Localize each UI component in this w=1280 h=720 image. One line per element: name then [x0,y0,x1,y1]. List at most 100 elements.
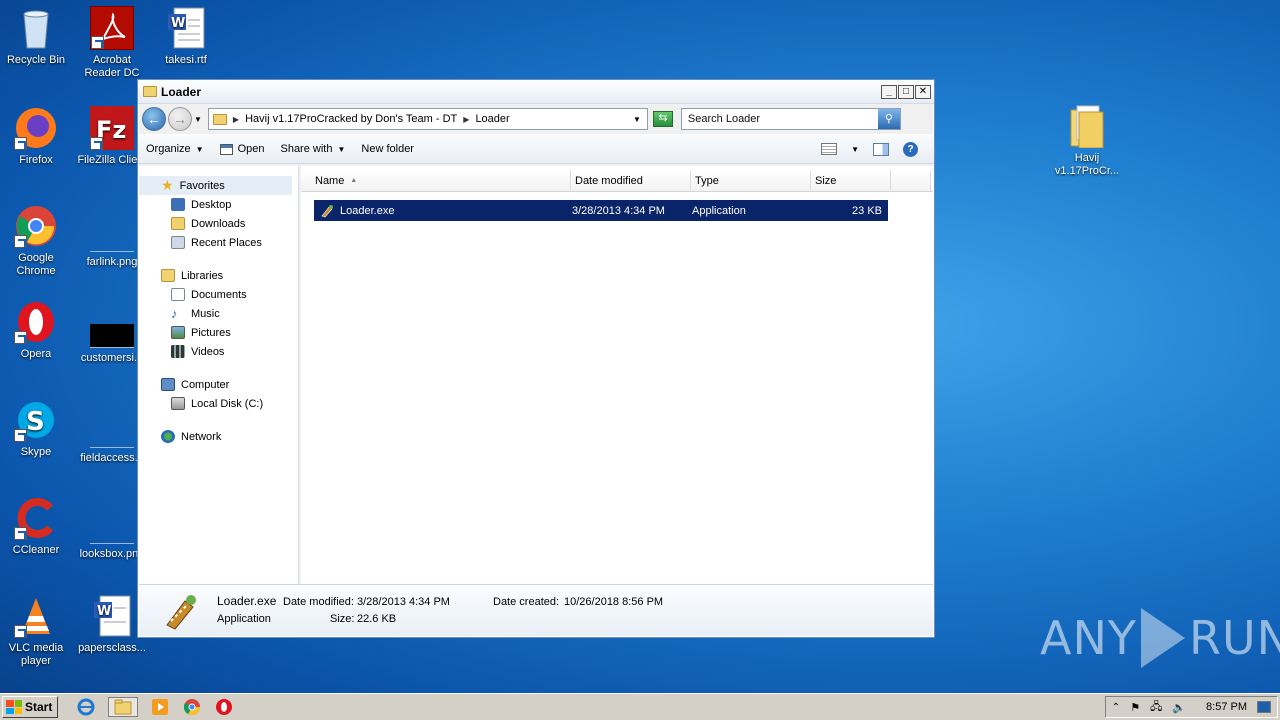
recycle-bin-icon [14,6,58,50]
organize-button[interactable]: Organize ▼ [146,143,204,155]
star-icon: ★ [161,177,174,193]
close-button[interactable]: ✕ [915,84,931,99]
internet-explorer-icon[interactable] [76,697,96,717]
desktop-icon-chrome[interactable]: Google Chrome [0,204,74,278]
nav-label: Recent Places [191,236,262,249]
desktop-icon-label: Skype [20,446,52,458]
file-row[interactable]: Loader.exe 3/28/2013 4:34 PM Application… [314,200,888,221]
file-name: Loader.exe [340,204,395,217]
address-bar[interactable]: ▶ Havij v1.17ProCracked by Don's Team - … [207,108,648,130]
play-triangle-icon [1140,608,1185,668]
desktop-icon-vlc[interactable]: VLC media player [0,594,74,668]
nav-videos[interactable]: Videos [139,342,298,361]
desktop-icon-label: VLC media player [8,642,64,667]
shortcut-arrow-icon [14,527,27,540]
new-folder-button[interactable]: New folder [361,143,414,155]
nav-favorites[interactable]: ★ Favorites [139,176,292,195]
details-date-modified-value: 3/28/2013 4:34 PM [357,596,450,608]
refresh-button[interactable]: ⇆ [652,111,673,127]
nav-pictures[interactable]: Pictures [139,323,298,342]
sort-ascending-icon: ▲ [350,177,358,184]
recent-pages-dropdown-icon[interactable]: ▼ [194,115,202,124]
volume-icon[interactable]: 🔈 [1172,701,1186,714]
search-input[interactable]: Search Loader [682,113,878,125]
desktop-icon-label: Acrobat Reader DC [84,54,140,79]
nav-label: Favorites [179,179,225,192]
breadcrumb-separator-icon[interactable]: ▶ [463,115,469,124]
nav-desktop[interactable]: Desktop [139,195,298,214]
shortcut-arrow-icon [14,331,27,344]
forward-button[interactable]: → [168,107,192,131]
nav-downloads[interactable]: Downloads [139,214,298,233]
downloads-folder-icon [171,217,185,230]
network-status-icon[interactable]: 🖧 [1150,698,1162,717]
details-pane: Loader.exe Application Date modified: 3/… [139,584,933,636]
chrome-icon[interactable] [182,697,202,717]
shortcut-arrow-icon [90,137,103,150]
nav-libraries[interactable]: Libraries [139,266,298,285]
system-tray: ⌃ ⚑ 🖧 🔈 8:57 PM [1104,696,1278,718]
nav-label: Downloads [191,217,246,230]
minimize-button[interactable]: _ [881,84,897,99]
desktop-icon-recycle-bin[interactable]: Recycle Bin [0,6,74,67]
nav-recent-places[interactable]: Recent Places [139,233,298,252]
desktop-icon-takesi[interactable]: W takesi.rtf [148,6,224,67]
details-date-modified-label: Date modified: [283,596,354,608]
column-header-date-modified[interactable]: Date modified [571,170,691,191]
address-row: ← → ▼ ▶ Havij v1.17ProCracked by Don's T… [138,104,934,134]
show-desktop-icon[interactable] [1257,701,1271,713]
column-header-type[interactable]: Type [691,170,811,191]
nav-documents[interactable]: Documents [139,285,298,304]
search-icon[interactable]: ⚲ [877,109,900,129]
breadcrumb-separator-icon[interactable]: ▶ [233,115,239,124]
opera-icon [14,300,58,344]
explorer-window: Loader _ □ ✕ ← → ▼ ▶ Havij v1.17ProCrack… [137,79,935,638]
opera-icon[interactable] [214,697,234,717]
nav-computer[interactable]: Computer [139,375,298,394]
breadcrumb-loader[interactable]: Loader [475,113,509,125]
image-thumbnail-icon [90,324,134,348]
column-headers: Name ▲ Date modified Type Size [301,170,933,192]
chevron-down-icon: ▼ [195,144,204,154]
firefox-icon [14,106,58,150]
nav-music[interactable]: ♪ Music [139,304,298,323]
column-header-size[interactable]: Size [811,170,891,191]
taskbar: Start ⌃ ⚑ 🖧 🔈 8:57 PM [0,693,1280,720]
column-header-name[interactable]: Name ▲ [301,170,571,191]
column-label: Name [315,174,345,187]
column-header-filler [891,170,931,191]
desktop-icon-acrobat[interactable]: Acrobat Reader DC [74,6,150,80]
show-hidden-icons-icon[interactable]: ⌃ [1112,702,1120,713]
desktop-icon-havij-folder[interactable]: Havij v1.17ProCr... [1048,104,1126,178]
clock[interactable]: 8:57 PM [1206,701,1247,713]
help-icon[interactable]: ? [903,141,918,157]
desktop-icon-label: takesi.rtf [165,54,207,66]
desktop-icon-ccleaner[interactable]: CCleaner [0,496,74,557]
maximize-button[interactable]: □ [898,84,914,99]
preview-pane-icon[interactable] [873,142,889,156]
desktop-icon-firefox[interactable]: Firefox [0,106,74,167]
breadcrumb-havij[interactable]: Havij v1.17ProCracked by Don's Team - DT [245,113,457,125]
nav-local-disk[interactable]: Local Disk (C:) [139,394,298,413]
window-titlebar[interactable]: Loader _ □ ✕ [138,80,934,104]
back-button[interactable]: ← [142,107,166,131]
share-with-button[interactable]: Share with ▼ [280,143,345,155]
address-dropdown-icon[interactable]: ▼ [633,115,641,124]
svg-text:S: S [26,407,45,437]
shortcut-arrow-icon [91,36,104,49]
organize-label: Organize [146,143,191,155]
desktop-icon-opera[interactable]: Opera [0,300,74,361]
media-player-icon[interactable] [150,697,170,717]
change-view-icon[interactable] [821,143,838,155]
view-options-dropdown-icon[interactable]: ▼ [851,145,859,154]
chevron-down-icon: ▼ [337,144,346,154]
action-center-flag-icon[interactable]: ⚑ [1130,701,1140,714]
start-button[interactable]: Start [2,696,59,718]
shortcut-arrow-icon [14,429,27,442]
computer-icon [161,378,175,391]
nav-network[interactable]: Network [139,427,298,446]
desktop-icon-skype[interactable]: S Skype [0,398,74,459]
open-button[interactable]: Open [219,143,264,155]
search-box[interactable]: Search Loader ⚲ [680,108,901,130]
file-explorer-icon[interactable] [108,697,139,717]
